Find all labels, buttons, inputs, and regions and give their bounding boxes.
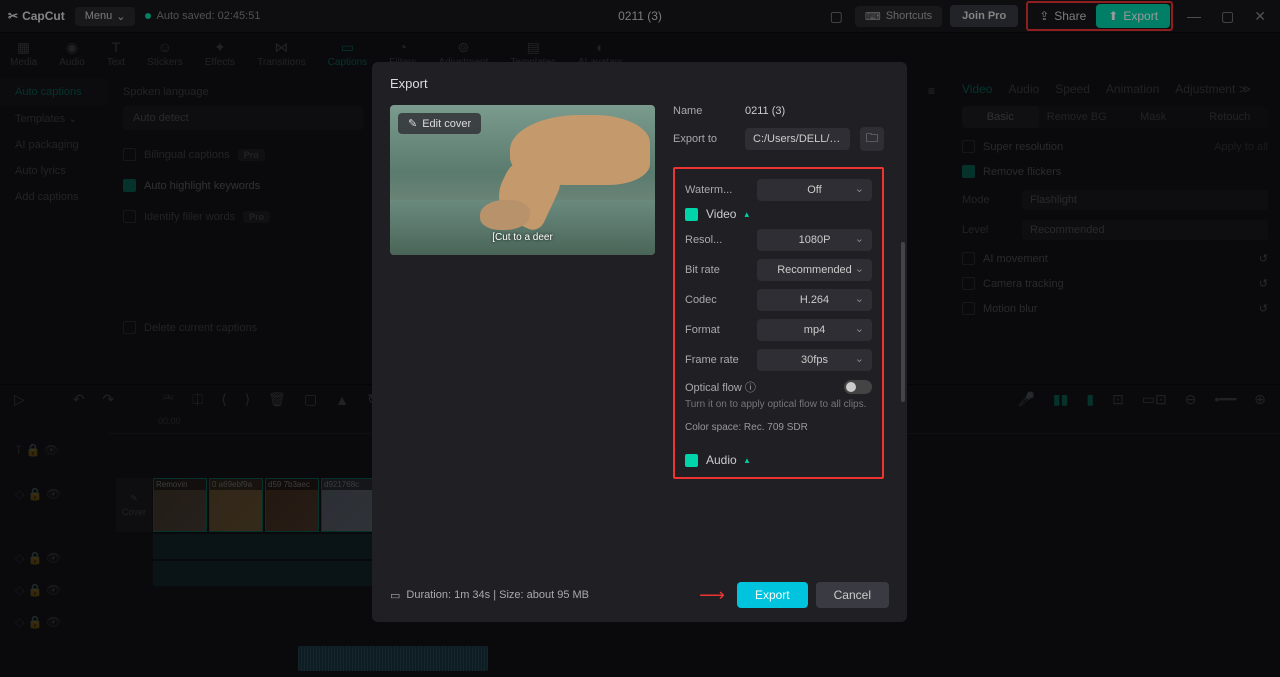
- format-label: Format: [685, 324, 747, 336]
- framerate-select[interactable]: 30fps: [757, 349, 872, 371]
- exportto-label: Export to: [673, 133, 735, 145]
- folder-icon[interactable]: 🗀: [860, 127, 884, 151]
- framerate-label: Frame rate: [685, 354, 747, 366]
- exportto-path[interactable]: C:/Users/DELL/AppD...: [745, 128, 850, 150]
- arrow-annotation: ⟶: [699, 585, 725, 606]
- duration-text: ▭ Duration: 1m 34s | Size: about 95 MB: [390, 589, 589, 602]
- export-confirm-button[interactable]: Export: [737, 582, 808, 608]
- codec-label: Codec: [685, 294, 747, 306]
- name-value[interactable]: 0211 (3): [745, 105, 884, 117]
- settings-highlight: Waterm... Off Video ▴ Resol... 1080P Bit…: [673, 167, 884, 479]
- modal-title: Export: [372, 62, 907, 105]
- resolution-label: Resol...: [685, 234, 747, 246]
- watermark-label: Waterm...: [685, 184, 747, 196]
- video-section-label[interactable]: Video: [706, 207, 736, 221]
- cover-preview: ✎ Edit cover [Cut to a deer: [390, 105, 655, 255]
- bitrate-label: Bit rate: [685, 264, 747, 276]
- name-label: Name: [673, 105, 735, 117]
- preview-caption: [Cut to a deer: [492, 232, 553, 243]
- codec-select[interactable]: H.264: [757, 289, 872, 311]
- edit-cover-button[interactable]: ✎ Edit cover: [398, 113, 481, 134]
- export-modal: Export ✎ Edit cover [Cut to a deer Name …: [372, 62, 907, 622]
- optical-hint: Turn it on to apply optical flow to all …: [685, 399, 872, 410]
- audio-section-label[interactable]: Audio: [706, 453, 737, 467]
- format-select[interactable]: mp4: [757, 319, 872, 341]
- watermark-select[interactable]: Off: [757, 179, 872, 201]
- optical-flow-label: Optical flow ⓘ: [685, 379, 756, 395]
- bitrate-select[interactable]: Recommended: [757, 259, 872, 281]
- optical-flow-toggle[interactable]: [844, 380, 872, 394]
- cancel-button[interactable]: Cancel: [816, 582, 889, 608]
- colorspace-text: Color space: Rec. 709 SDR: [685, 422, 872, 433]
- resolution-select[interactable]: 1080P: [757, 229, 872, 251]
